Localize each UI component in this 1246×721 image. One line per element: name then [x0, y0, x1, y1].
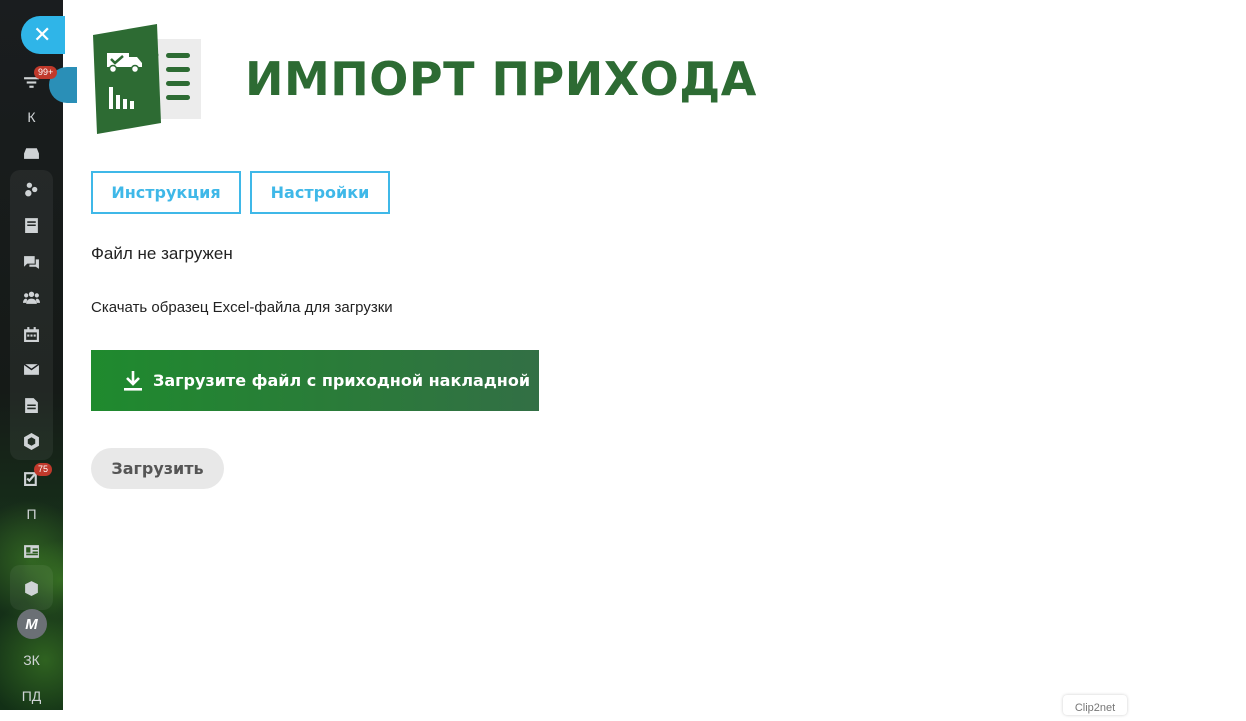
sidebar-item-p[interactable]: П — [10, 500, 53, 528]
sidebar-item-zk[interactable]: ЗК — [10, 646, 53, 674]
sidebar-item-calendar[interactable] — [10, 320, 53, 348]
contact-card-icon — [24, 544, 39, 558]
download-sample-link[interactable]: Скачать образец Excel-файла для загрузки — [91, 299, 393, 316]
sidebar-item-notes[interactable] — [10, 211, 53, 239]
sidebar-item-contacts[interactable] — [10, 537, 53, 565]
sidebar-item-inbox[interactable] — [10, 139, 53, 167]
document-icon — [25, 397, 38, 413]
hexagon-icon — [24, 432, 39, 450]
sidebar-item-people[interactable] — [10, 283, 53, 311]
page-title: ИМПОРТ ПРИХОДА — [245, 52, 757, 106]
close-icon: ✕ — [33, 22, 52, 47]
sidebar-item-crm[interactable] — [10, 175, 53, 203]
sidebar-item-hexagon[interactable] — [10, 427, 53, 455]
sidebar-item-pd[interactable]: ПД — [10, 682, 53, 710]
excel-truck-logo-icon — [93, 24, 201, 134]
tasks-badge: 75 — [34, 463, 53, 476]
calendar-icon — [24, 326, 39, 342]
download-icon — [124, 370, 142, 391]
mail-icon — [23, 363, 40, 375]
clip2net-badge[interactable]: Clip2net — [1063, 695, 1127, 715]
inbox-tray-icon — [24, 147, 39, 159]
upload-file-label: Загрузите файл с приходной накладной — [153, 371, 531, 390]
box-icon — [25, 580, 38, 596]
chat-icon — [24, 255, 39, 269]
left-sidebar: 99+ К 75 П M ЗК ПД — [0, 0, 63, 710]
m-logo-icon: M — [16, 609, 47, 639]
note-icon — [25, 217, 38, 233]
filter-badge: 99+ — [34, 66, 58, 79]
tab-instruction[interactable]: Инструкция — [91, 171, 241, 214]
sidebar-item-k[interactable]: К — [10, 103, 53, 131]
close-button[interactable]: ✕ — [21, 16, 65, 54]
crm-circles-icon — [25, 182, 38, 196]
sidebar-item-documents[interactable] — [10, 391, 53, 419]
sidebar-item-box[interactable] — [10, 574, 53, 602]
sidebar-item-chat[interactable] — [10, 248, 53, 276]
sidebar-item-m-logo[interactable]: M — [10, 608, 53, 640]
tab-settings[interactable]: Настройки — [250, 171, 390, 214]
people-icon — [23, 291, 40, 304]
sidebar-item-mail[interactable] — [10, 355, 53, 383]
file-status-text: Файл не загружен — [91, 244, 233, 263]
upload-file-button[interactable]: Загрузите файл с приходной накладной — [91, 350, 539, 411]
submit-upload-button[interactable]: Загрузить — [91, 448, 224, 489]
